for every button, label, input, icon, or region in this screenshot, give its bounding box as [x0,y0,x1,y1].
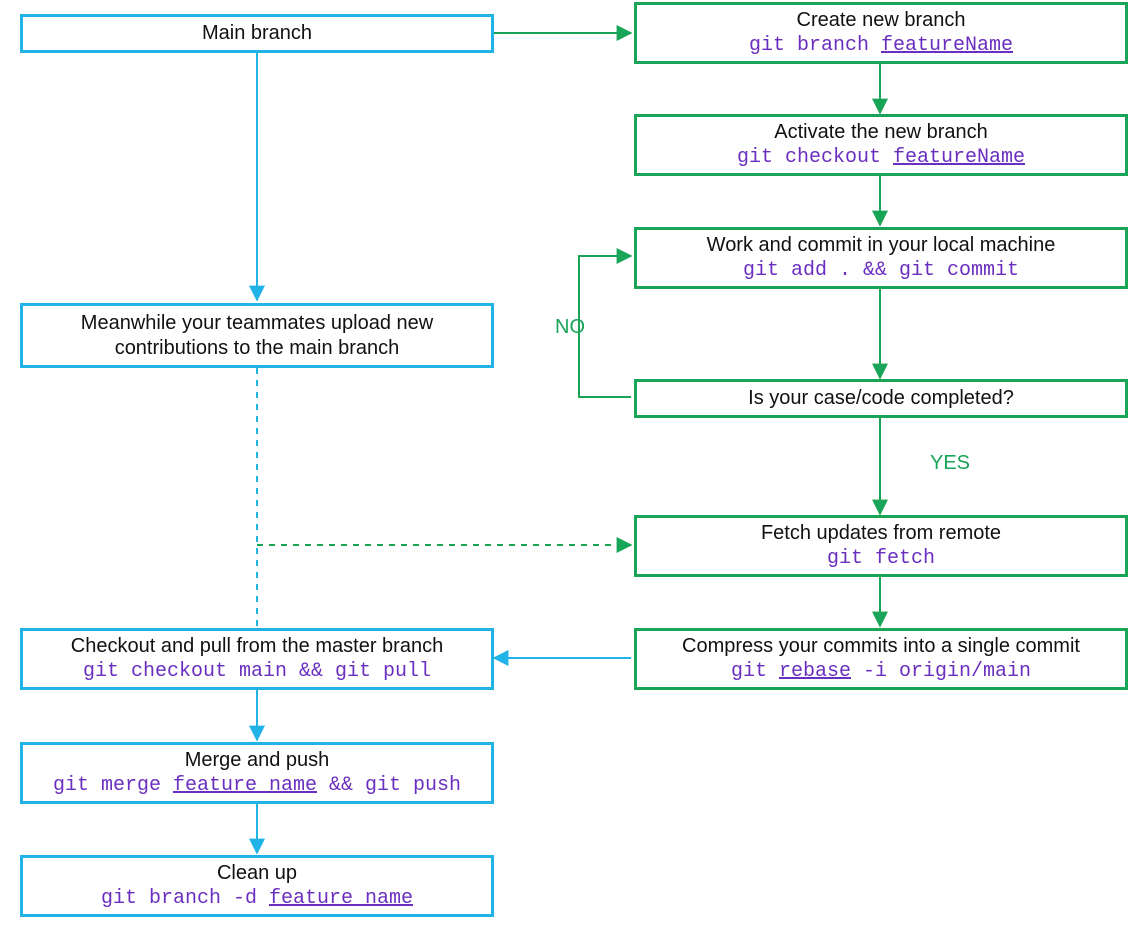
node-work-commit: Work and commit in your local machine gi… [634,227,1128,289]
label-yes: YES [930,452,970,475]
node-completed: Is your case/code completed? [634,379,1128,418]
node-activate-branch-title: Activate the new branch [774,120,987,145]
node-checkout-pull: Checkout and pull from the master branch… [20,628,494,690]
node-fetch: Fetch updates from remote git fetch [634,515,1128,577]
node-activate-branch: Activate the new branch git checkout fea… [634,114,1128,176]
node-create-branch-cmd: git branch featureName [749,33,1013,58]
node-merge-push-cmd: git merge feature_name && git push [53,773,461,798]
node-main-branch: Main branch [20,14,494,53]
node-meanwhile-line2: contributions to the main branch [115,336,400,361]
node-compress-title: Compress your commits into a single comm… [682,634,1080,659]
flowchart: Main branch Meanwhile your teammates upl… [0,0,1140,935]
arrow-no-loop [579,256,631,397]
node-checkout-pull-cmd: git checkout main && git pull [83,659,431,684]
node-cleanup-title: Clean up [217,861,297,886]
node-completed-title: Is your case/code completed? [748,386,1014,411]
node-compress: Compress your commits into a single comm… [634,628,1128,690]
node-main-branch-title: Main branch [202,21,312,46]
node-cleanup-cmd: git branch -d feature_name [101,886,413,911]
label-no: NO [555,316,585,339]
node-activate-branch-cmd: git checkout featureName [737,145,1025,170]
node-work-commit-cmd: git add . && git commit [743,258,1019,283]
node-meanwhile: Meanwhile your teammates upload new cont… [20,303,494,368]
node-fetch-title: Fetch updates from remote [761,521,1001,546]
node-meanwhile-line1: Meanwhile your teammates upload new [81,311,433,336]
node-merge-push-title: Merge and push [185,748,330,773]
node-fetch-cmd: git fetch [827,546,935,571]
node-work-commit-title: Work and commit in your local machine [707,233,1056,258]
node-create-branch: Create new branch git branch featureName [634,2,1128,64]
node-compress-cmd: git rebase -i origin/main [731,659,1031,684]
node-cleanup: Clean up git branch -d feature_name [20,855,494,917]
node-create-branch-title: Create new branch [797,8,966,33]
node-merge-push: Merge and push git merge feature_name &&… [20,742,494,804]
node-checkout-pull-title: Checkout and pull from the master branch [71,634,443,659]
